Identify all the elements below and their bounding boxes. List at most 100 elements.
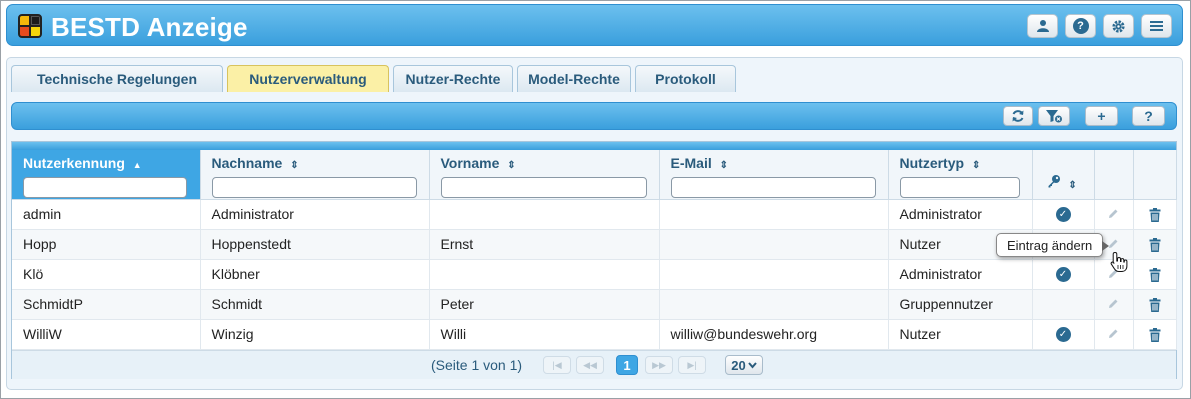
check-circle-icon: ✓ xyxy=(1055,207,1071,223)
tab-bar: Technische Regelungen Nutzerverwaltung N… xyxy=(11,65,736,92)
cell-typ: Nutzer xyxy=(888,319,1033,350)
clear-filter-icon xyxy=(1046,110,1062,123)
delete-button[interactable] xyxy=(1133,319,1177,350)
user-button[interactable] xyxy=(1027,14,1058,38)
menu-icon xyxy=(1150,21,1163,31)
chevron-down-icon xyxy=(747,361,757,369)
sort-asc-icon: ▲ xyxy=(132,160,142,170)
clear-filter-button[interactable] xyxy=(1038,106,1070,126)
menu-button[interactable] xyxy=(1141,14,1172,38)
first-page-button[interactable]: |◀ xyxy=(543,356,571,374)
filter-input-nutzerkennung[interactable] xyxy=(23,177,187,198)
table-row[interactable]: admin Administrator Administrator ✓ xyxy=(12,199,1177,230)
edit-button[interactable] xyxy=(1094,319,1134,350)
help-button[interactable]: ? xyxy=(1065,14,1096,38)
pencil-icon xyxy=(1109,209,1118,218)
cell-email xyxy=(659,259,889,290)
delete-button[interactable] xyxy=(1133,289,1177,320)
delete-button[interactable] xyxy=(1133,229,1177,260)
cell-key: ✓ xyxy=(1032,319,1095,350)
grid-toolbar: + ? xyxy=(11,102,1177,130)
edit-button[interactable] xyxy=(1094,289,1134,320)
column-header-nutzertyp[interactable]: Nutzertyp ⇕ xyxy=(888,150,1033,200)
cell-vorname: Ernst xyxy=(429,229,660,260)
page-size-select[interactable]: 20 xyxy=(725,355,763,375)
delete-button[interactable] xyxy=(1133,259,1177,290)
key-icon xyxy=(1048,175,1060,188)
sort-icon: ⇕ xyxy=(1068,180,1077,191)
column-header-nachname[interactable]: Nachname ⇕ xyxy=(200,150,430,200)
sort-icon: ⇕ xyxy=(290,160,299,171)
cell-typ: Administrator xyxy=(888,259,1033,290)
refresh-button[interactable] xyxy=(1003,106,1033,126)
sort-icon: ⇕ xyxy=(719,160,729,171)
app-header: BESTD Anzeige ? xyxy=(6,4,1183,46)
cell-vorname xyxy=(429,199,660,230)
cell-email xyxy=(659,289,889,320)
column-header-vorname[interactable]: Vorname ⇕ xyxy=(429,150,660,200)
cell-vorname xyxy=(429,259,660,290)
cell-nachname: Winzig xyxy=(200,319,430,350)
hand-cursor-icon xyxy=(1110,251,1128,272)
edit-button[interactable] xyxy=(1094,199,1134,230)
cell-nachname: Klöbner xyxy=(200,259,430,290)
trash-icon xyxy=(1149,298,1160,313)
cell-nachname: Administrator xyxy=(200,199,430,230)
check-circle-icon: ✓ xyxy=(1055,267,1071,283)
filter-input-nachname[interactable] xyxy=(211,177,417,198)
tab-protokoll[interactable]: Protokoll xyxy=(635,65,736,92)
cell-key: ✓ xyxy=(1032,199,1095,230)
add-button[interactable]: + xyxy=(1085,106,1118,126)
filter-input-email[interactable] xyxy=(670,177,876,198)
cell-kennung: SchmidtP xyxy=(12,289,201,320)
cell-kennung: Hopp xyxy=(12,229,201,260)
trash-icon xyxy=(1149,238,1160,253)
refresh-icon xyxy=(1012,110,1024,122)
column-label: E-Mail xyxy=(670,155,712,171)
tab-model-rechte[interactable]: Model-Rechte xyxy=(517,65,631,92)
trash-icon xyxy=(1149,268,1160,283)
pencil-icon xyxy=(1109,239,1118,248)
column-header-edit xyxy=(1094,150,1134,200)
column-header-nutzerkennung[interactable]: Nutzerkennung ▲ xyxy=(12,150,201,200)
cell-key xyxy=(1032,289,1095,320)
current-page-button[interactable]: 1 xyxy=(616,355,638,375)
cell-vorname: Willi xyxy=(429,319,660,350)
next-page-button[interactable]: ▶▶ xyxy=(645,356,673,374)
tab-technische-regelungen[interactable]: Technische Regelungen xyxy=(11,65,223,92)
sort-icon: ⇕ xyxy=(971,160,981,171)
pager-info: (Seite 1 von 1) xyxy=(431,357,523,373)
grid-header-bar xyxy=(12,142,1176,150)
cell-typ: Gruppennutzer xyxy=(888,289,1033,320)
user-icon xyxy=(1036,20,1049,32)
cell-email: williw@bundeswehr.org xyxy=(659,319,889,350)
delete-button[interactable] xyxy=(1133,199,1177,230)
tab-nutzer-rechte[interactable]: Nutzer-Rechte xyxy=(393,65,513,92)
settings-button[interactable] xyxy=(1103,14,1134,38)
prev-page-button[interactable]: ◀◀ xyxy=(576,356,604,374)
table-row[interactable]: SchmidtP Schmidt Peter Gruppennutzer xyxy=(12,289,1177,320)
edit-tooltip: Eintrag ändern xyxy=(996,233,1110,257)
pencil-icon xyxy=(1109,299,1118,308)
cell-nachname: Hoppenstedt xyxy=(200,229,430,260)
filter-input-vorname[interactable] xyxy=(440,177,647,198)
tab-nutzerverwaltung[interactable]: Nutzerverwaltung xyxy=(227,65,389,92)
toolbar-help-button[interactable]: ? xyxy=(1132,106,1165,126)
cell-key: ✓ xyxy=(1032,259,1095,290)
last-page-button[interactable]: ▶| xyxy=(678,356,706,374)
pencil-icon xyxy=(1109,329,1118,338)
cell-typ: Administrator xyxy=(888,199,1033,230)
cell-vorname: Peter xyxy=(429,289,660,320)
filter-input-nutzertyp[interactable] xyxy=(899,177,1020,198)
column-header-key[interactable]: ⇕ xyxy=(1032,150,1095,200)
table-row[interactable]: Klö Klöbner Administrator ✓ xyxy=(12,259,1177,290)
cell-kennung: WilliW xyxy=(12,319,201,350)
column-header-email[interactable]: E-Mail ⇕ xyxy=(659,150,889,200)
pager: (Seite 1 von 1) |◀ ◀◀ 1 ▶▶ ▶| 20 xyxy=(12,350,1176,379)
cell-kennung: Klö xyxy=(12,259,201,290)
table-row[interactable]: WilliW Winzig Willi williw@bundeswehr.org Nu… xyxy=(12,319,1177,350)
sort-icon: ⇕ xyxy=(507,160,516,171)
cell-email xyxy=(659,229,889,260)
user-grid: Nutzerkennung ▲ Nachname ⇕ Vorname ⇕ E-M… xyxy=(11,141,1177,379)
cell-email xyxy=(659,199,889,230)
